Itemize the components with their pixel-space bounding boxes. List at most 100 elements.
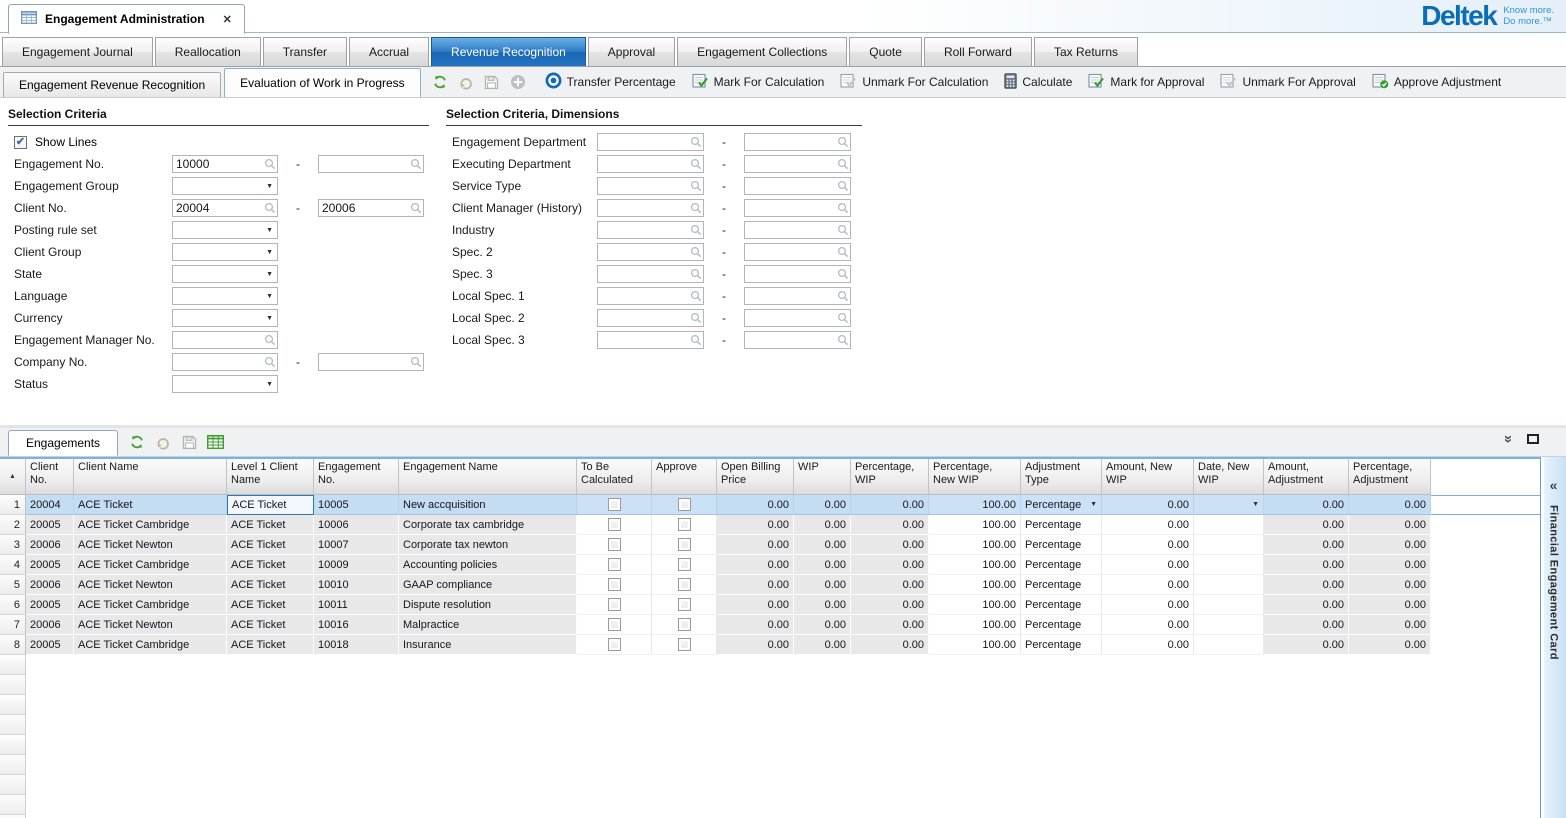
search-icon[interactable]	[690, 246, 702, 261]
search-icon[interactable]	[264, 202, 276, 217]
search-icon[interactable]	[837, 136, 849, 151]
local-spec-1-from-input[interactable]	[598, 289, 687, 304]
column-header-percentage-wip[interactable]: Percentage, WIP	[851, 459, 929, 495]
collapse-icon[interactable]: «	[1550, 477, 1558, 493]
company-no-from-input[interactable]	[173, 355, 261, 370]
row-number[interactable]: 4	[0, 555, 26, 575]
refresh-icon[interactable]	[428, 70, 452, 94]
checkbox-unchecked[interactable]	[678, 598, 691, 611]
checkbox-unchecked[interactable]	[678, 578, 691, 591]
table-row[interactable]: 420005ACE Ticket CambridgeACE Ticket1000…	[0, 555, 1540, 575]
row-number[interactable]: 8	[0, 635, 26, 655]
calculate-button[interactable]: Calculate	[996, 69, 1080, 95]
search-icon[interactable]	[837, 312, 849, 327]
cell-adjustment-type[interactable]: Percentage▼	[1021, 495, 1102, 515]
search-icon[interactable]	[690, 312, 702, 327]
search-icon[interactable]	[837, 158, 849, 173]
local-spec-3-from-input[interactable]	[598, 333, 687, 348]
checkbox-unchecked[interactable]	[678, 518, 691, 531]
status-dropdown[interactable]: ▼	[172, 375, 278, 393]
unmark-for-calculation-button[interactable]: Unmark For Calculation	[832, 69, 996, 95]
approve-adjustment-button[interactable]: Approve Adjustment	[1364, 69, 1509, 95]
tab-accrual[interactable]: Accrual	[349, 37, 429, 66]
column-header-amount-new-wip[interactable]: Amount, New WIP	[1102, 459, 1194, 495]
cell-approve[interactable]	[652, 535, 717, 555]
engagements-tab[interactable]: Engagements	[8, 430, 118, 456]
column-header-date-new-wip[interactable]: Date, New WIP	[1194, 459, 1264, 495]
state-dropdown[interactable]: ▼	[172, 265, 278, 283]
search-icon[interactable]	[690, 202, 702, 217]
row-number[interactable]: 3	[0, 535, 26, 555]
client-manager-history-to-input[interactable]	[745, 201, 834, 216]
table-row[interactable]: 120004ACE TicketACE Ticket10005New accqu…	[0, 495, 1540, 515]
column-header-level-1-client-name[interactable]: Level 1 Client Name	[227, 459, 314, 495]
mark-for-calculation-button[interactable]: Mark For Calculation	[684, 69, 833, 95]
column-header-engagement-no[interactable]: Engagement No.	[314, 459, 399, 495]
spec-2-from-input[interactable]	[598, 245, 687, 260]
save-icon[interactable]	[480, 70, 504, 94]
cell-approve[interactable]	[652, 595, 717, 615]
search-icon[interactable]	[690, 158, 702, 173]
search-icon[interactable]	[837, 202, 849, 217]
checkbox-unchecked[interactable]	[608, 578, 621, 591]
client-group-dropdown[interactable]: ▼	[172, 243, 278, 261]
refresh-icon[interactable]	[125, 430, 149, 454]
client-no-to-input[interactable]	[319, 201, 407, 216]
unmark-for-approval-button[interactable]: Unmark For Approval	[1212, 69, 1363, 95]
search-icon[interactable]	[690, 334, 702, 349]
checkbox-unchecked[interactable]	[608, 498, 621, 511]
cell-approve[interactable]	[652, 555, 717, 575]
cell-approve[interactable]	[652, 635, 717, 655]
table-row[interactable]: 620005ACE Ticket CambridgeACE Ticket1001…	[0, 595, 1540, 615]
engagement-manager-no-input[interactable]	[173, 333, 261, 348]
cell-approve[interactable]	[652, 575, 717, 595]
engagement-department-from-input[interactable]	[598, 135, 687, 150]
table-row[interactable]: 220005ACE Ticket CambridgeACE Ticket1000…	[0, 515, 1540, 535]
cell-to-be-calculated[interactable]	[577, 515, 652, 535]
local-spec-3-to-input[interactable]	[745, 333, 834, 348]
tab-approval[interactable]: Approval	[588, 37, 675, 66]
column-header-engagement-name[interactable]: Engagement Name	[399, 459, 577, 495]
posting-rule-set-dropdown[interactable]: ▼	[172, 221, 278, 239]
cell-to-be-calculated[interactable]	[577, 595, 652, 615]
column-header-adjustment-type[interactable]: Adjustment Type	[1021, 459, 1102, 495]
search-icon[interactable]	[264, 158, 276, 173]
tab-engagement-collections[interactable]: Engagement Collections	[677, 37, 847, 66]
search-icon[interactable]	[837, 246, 849, 261]
column-header-percentage-new-wip[interactable]: Percentage, New WIP	[929, 459, 1021, 495]
client-manager-history-from-input[interactable]	[598, 201, 687, 216]
cell-approve[interactable]	[652, 615, 717, 635]
checkbox-unchecked[interactable]	[608, 638, 621, 651]
cell-approve[interactable]	[652, 515, 717, 535]
engagement-no-to-input[interactable]	[319, 157, 407, 172]
add-icon[interactable]	[506, 70, 530, 94]
search-icon[interactable]	[837, 180, 849, 195]
local-spec-2-to-input[interactable]	[745, 311, 834, 326]
executing-department-from-input[interactable]	[598, 157, 687, 172]
search-icon[interactable]	[264, 334, 276, 349]
tab-tax-returns[interactable]: Tax Returns	[1034, 37, 1138, 66]
cell-to-be-calculated[interactable]	[577, 555, 652, 575]
column-header-client-no[interactable]: Client No.	[26, 459, 74, 495]
search-icon[interactable]	[690, 290, 702, 305]
column-header-amount-adjustment[interactable]: Amount, Adjustment	[1264, 459, 1349, 495]
search-icon[interactable]	[837, 268, 849, 283]
industry-to-input[interactable]	[745, 223, 834, 238]
chevrons-down-icon[interactable]: »	[1502, 435, 1514, 443]
chevron-down-icon[interactable]: ▼	[1086, 501, 1097, 508]
undo-icon[interactable]	[454, 70, 478, 94]
checkbox-unchecked[interactable]	[608, 558, 621, 571]
financial-engagement-card-strip[interactable]: « Financial Engagement Card	[1540, 457, 1566, 818]
subtab-evaluation-of-work-in-progress[interactable]: Evaluation of Work in Progress	[224, 68, 421, 97]
checkbox-unchecked[interactable]	[678, 638, 691, 651]
search-icon[interactable]	[690, 224, 702, 239]
search-icon[interactable]	[264, 356, 276, 371]
cell-date-new-wip[interactable]: ▼	[1194, 495, 1264, 515]
tab-transfer[interactable]: Transfer	[263, 37, 347, 66]
show-lines-checkbox[interactable]: ✔	[14, 136, 27, 149]
cell-to-be-calculated[interactable]	[577, 495, 652, 515]
column-header-client-name[interactable]: Client Name	[74, 459, 227, 495]
engagement-no-from-input[interactable]	[173, 157, 261, 172]
checkbox-unchecked[interactable]	[608, 618, 621, 631]
document-tab[interactable]: Engagement Administration ✕	[8, 4, 245, 34]
